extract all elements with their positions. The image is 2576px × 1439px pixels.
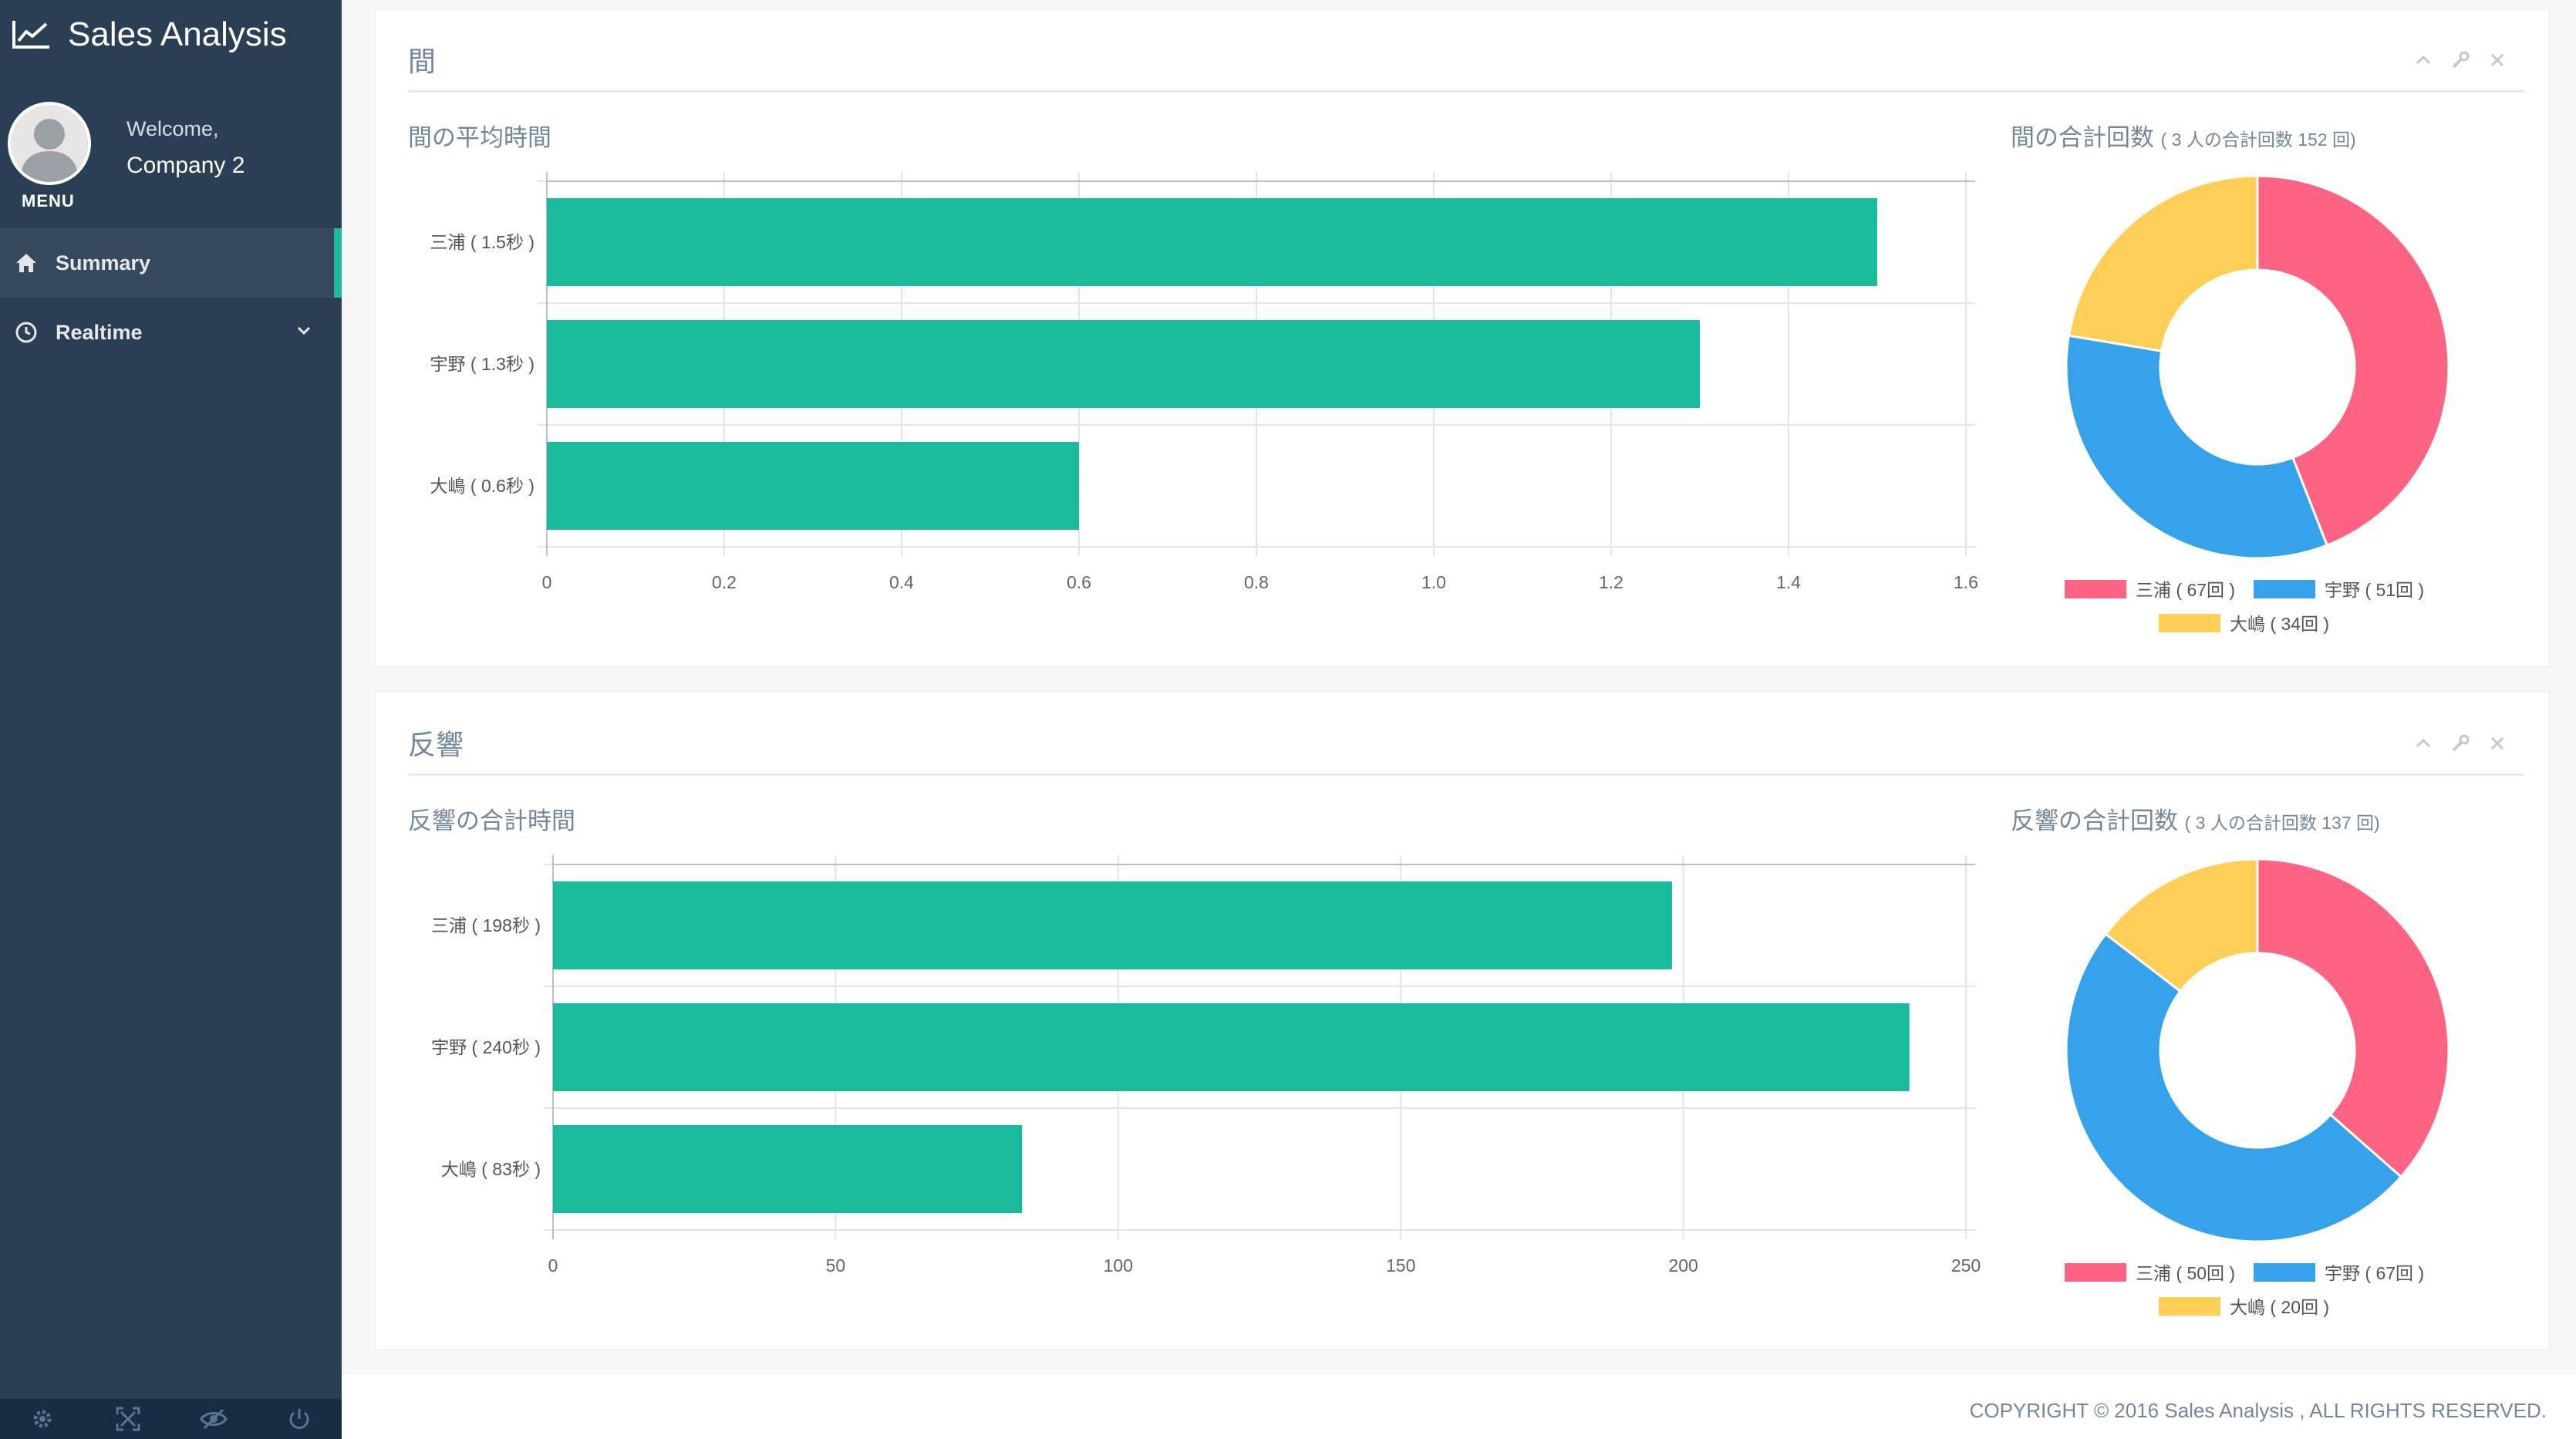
x-tick-label: 0.6 <box>1067 572 1091 592</box>
bar[interactable] <box>547 442 1079 530</box>
power-icon[interactable] <box>257 1399 342 1439</box>
panel-tools <box>2413 733 2507 753</box>
panel-title: 間 <box>408 45 437 77</box>
line-chart-icon <box>12 19 51 50</box>
home-icon <box>11 248 42 278</box>
copyright-text: COPYRIGHT © 2016 Sales Analysis , ALL RI… <box>1969 1399 2547 1422</box>
settings-icon[interactable] <box>0 1399 85 1439</box>
menu-label[interactable]: MENU <box>22 191 75 211</box>
app-title: Sales Analysis <box>68 15 287 53</box>
sidebar: Sales Analysis MENU Welcome, Company 2 S… <box>0 0 342 1439</box>
legend-label: 大嶋 ( 34回 ) <box>2230 614 2329 634</box>
profile: MENU Welcome, Company 2 <box>0 93 342 216</box>
y-category-label: 大嶋 ( 83秒 ) <box>441 1159 541 1179</box>
legend-swatch <box>2159 1297 2220 1316</box>
main-content: 間 間の平均時間 0 0.2 0.4 0.6 0.8 1.0 1.2 1.4 1.6 三浦 ( 1… <box>342 0 2576 1439</box>
chevron-down-icon[interactable] <box>295 321 312 345</box>
legend-label: 三浦 ( 50回 ) <box>2136 1263 2235 1283</box>
pie-title-text: 間の合計回数 <box>2011 124 2154 151</box>
x-tick-label: 1.6 <box>1954 572 1978 592</box>
clock-icon <box>11 317 42 348</box>
x-tick-label: 0 <box>542 572 552 592</box>
panel-header: 間 <box>408 27 2524 93</box>
bar[interactable] <box>547 198 1877 286</box>
x-tick-label: 1.0 <box>1421 572 1446 592</box>
close-icon[interactable] <box>2487 733 2507 753</box>
pie-chart-title: 間の合計回数 ( 3 人の合計回数 152 回) <box>2011 118 2356 153</box>
x-tick-label: 150 <box>1386 1255 1415 1276</box>
legend-label: 三浦 ( 67回 ) <box>2136 580 2235 600</box>
pie-slice[interactable] <box>2256 858 2450 1179</box>
fullscreen-icon[interactable] <box>86 1399 170 1439</box>
panel-title: 反響 <box>408 729 464 760</box>
bar-chart-title: 間の平均時間 <box>408 124 551 151</box>
x-tick-label: 0 <box>548 1255 558 1276</box>
bar[interactable] <box>553 1125 1023 1213</box>
brand[interactable]: Sales Analysis <box>12 8 287 62</box>
y-category-label: 三浦 ( 1.5秒 ) <box>430 232 534 252</box>
legend-swatch <box>2065 580 2126 598</box>
sidebar-item-realtime[interactable]: Realtime <box>0 298 342 367</box>
bar[interactable] <box>553 881 1672 969</box>
legend-swatch <box>2254 1263 2315 1282</box>
bar-chart-interval: 0 0.2 0.4 0.6 0.8 1.0 1.2 1.4 1.6 三浦 ( 1.5秒 ) 宇野 (… <box>430 172 1978 592</box>
x-tick-label: 1.4 <box>1776 572 1801 592</box>
y-category-label: 宇野 ( 1.3秒 ) <box>430 354 534 374</box>
bar-chart-response: 0 50 100 150 200 250 三浦 ( 198秒 ) 宇野 ( 240秒 ) 大嶋 … <box>431 855 1981 1276</box>
legend-label: 宇野 ( 67回 ) <box>2325 1263 2424 1283</box>
sidebar-nav: Summary Realtime <box>0 228 342 367</box>
x-tick-label: 100 <box>1104 1255 1133 1276</box>
pie-chart-title: 反響の合計回数 ( 3 人の合計回数 137 回) <box>2011 801 2380 836</box>
welcome-text: Welcome, <box>126 117 219 140</box>
close-icon[interactable] <box>2487 50 2507 70</box>
bar[interactable] <box>553 1003 1910 1091</box>
sidebar-item-summary[interactable]: Summary <box>0 228 342 298</box>
bar[interactable] <box>547 320 1700 408</box>
sidebar-item-label: Summary <box>56 251 151 275</box>
x-tick-label: 1.2 <box>1599 572 1623 592</box>
legend-swatch <box>2065 1263 2126 1282</box>
legend-label: 宇野 ( 51回 ) <box>2325 580 2424 600</box>
x-tick-label: 50 <box>826 1255 846 1276</box>
x-tick-label: 250 <box>1951 1255 1981 1276</box>
bar-chart-title: 反響の合計時間 <box>408 807 575 834</box>
collapse-icon[interactable] <box>2413 50 2433 70</box>
x-tick-label: 0.8 <box>1244 572 1269 592</box>
pie-subtitle: ( 3 人の合計回数 137 回) <box>2184 813 2380 833</box>
legend-swatch <box>2254 580 2315 598</box>
y-category-label: 大嶋 ( 0.6秒 ) <box>430 476 534 496</box>
sidebar-footer <box>0 1399 342 1439</box>
donut-chart-response: 三浦 ( 50回 ) 宇野 ( 67回 ) 大嶋 ( 20回 ) <box>2065 858 2450 1317</box>
collapse-icon[interactable] <box>2413 733 2433 753</box>
y-category-label: 三浦 ( 198秒 ) <box>431 915 541 935</box>
legend-label: 大嶋 ( 20回 ) <box>2230 1297 2329 1317</box>
pie-subtitle: ( 3 人の合計回数 152 回) <box>2160 130 2356 150</box>
panel-tools <box>2413 50 2507 70</box>
pie-slice[interactable] <box>2067 174 2259 352</box>
wrench-icon[interactable] <box>2450 733 2470 753</box>
panel-response: 反響 反響の合計時間 0 50 100 150 200 250 三浦 ( 198秒 ) 宇野 … <box>375 691 2550 1350</box>
page-footer: COPYRIGHT © 2016 Sales Analysis , ALL RI… <box>342 1374 2576 1439</box>
panel-header: 反響 <box>408 710 2524 776</box>
wrench-icon[interactable] <box>2450 50 2470 70</box>
lock-icon[interactable] <box>171 1399 256 1439</box>
panel-interval: 間 間の平均時間 0 0.2 0.4 0.6 0.8 1.0 1.2 1.4 1.6 三浦 ( 1… <box>375 8 2550 667</box>
y-category-label: 宇野 ( 240秒 ) <box>431 1037 541 1057</box>
pie-slice[interactable] <box>2065 334 2329 560</box>
x-tick-label: 0.4 <box>889 572 914 592</box>
avatar[interactable] <box>8 102 91 185</box>
user-name: Company 2 <box>126 153 245 178</box>
pie-title-text: 反響の合計回数 <box>2011 807 2178 834</box>
x-tick-label: 0.2 <box>712 572 737 592</box>
legend-swatch <box>2159 614 2220 632</box>
app-root: Sales Analysis MENU Welcome, Company 2 S… <box>0 0 2576 1439</box>
x-tick-label: 200 <box>1668 1255 1698 1276</box>
donut-chart-interval: 三浦 ( 67回 ) 宇野 ( 51回 ) 大嶋 ( 34回 ) <box>2065 174 2450 634</box>
sidebar-item-label: Realtime <box>56 320 143 344</box>
